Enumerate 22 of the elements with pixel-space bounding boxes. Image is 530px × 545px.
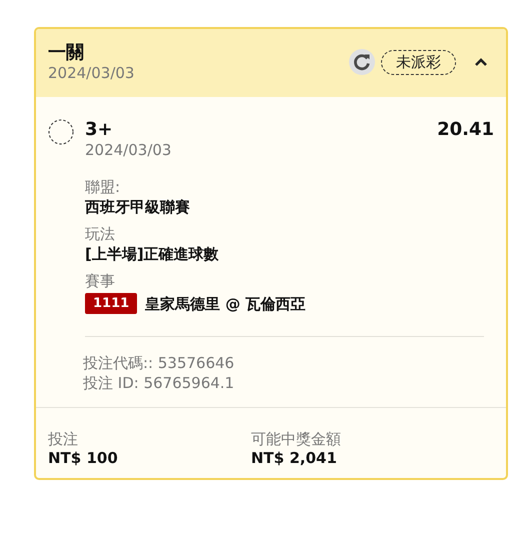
footer-value: NT$ 100	[48, 449, 119, 468]
selection-date: 2024/03/03	[85, 141, 172, 160]
bet-type-title: 一關	[48, 42, 85, 64]
bet-date: 2024/03/03	[48, 64, 136, 82]
status-badge: 未派彩	[381, 50, 456, 74]
footer-label: 可能中獎金額	[251, 430, 342, 449]
detail-value: [上半場]正確進球數	[85, 244, 220, 264]
radio-circle-icon	[48, 119, 74, 145]
footer-label: 投注	[48, 430, 79, 449]
detail-label: 玩法	[85, 225, 116, 244]
bet-code-text: 投注 ID: 56765964.1	[83, 373, 236, 393]
bet-code-text: 投注代碼:: 53576646	[83, 353, 236, 373]
detail-value: 皇家馬德里 @ 瓦倫西亞	[145, 294, 306, 314]
detail-label: 賽事	[85, 272, 116, 291]
detail-label: 聯盟:	[85, 178, 122, 197]
refresh-icon[interactable]	[349, 49, 375, 75]
detail-value: 西班牙甲級聯賽	[85, 197, 191, 217]
selection-name: 3+	[85, 119, 113, 141]
caret-icon[interactable]	[474, 57, 488, 67]
odds-value: 20.41	[437, 119, 494, 141]
footer-value: NT$ 2,041	[251, 449, 338, 468]
match-code-badge: 1111	[85, 293, 138, 314]
